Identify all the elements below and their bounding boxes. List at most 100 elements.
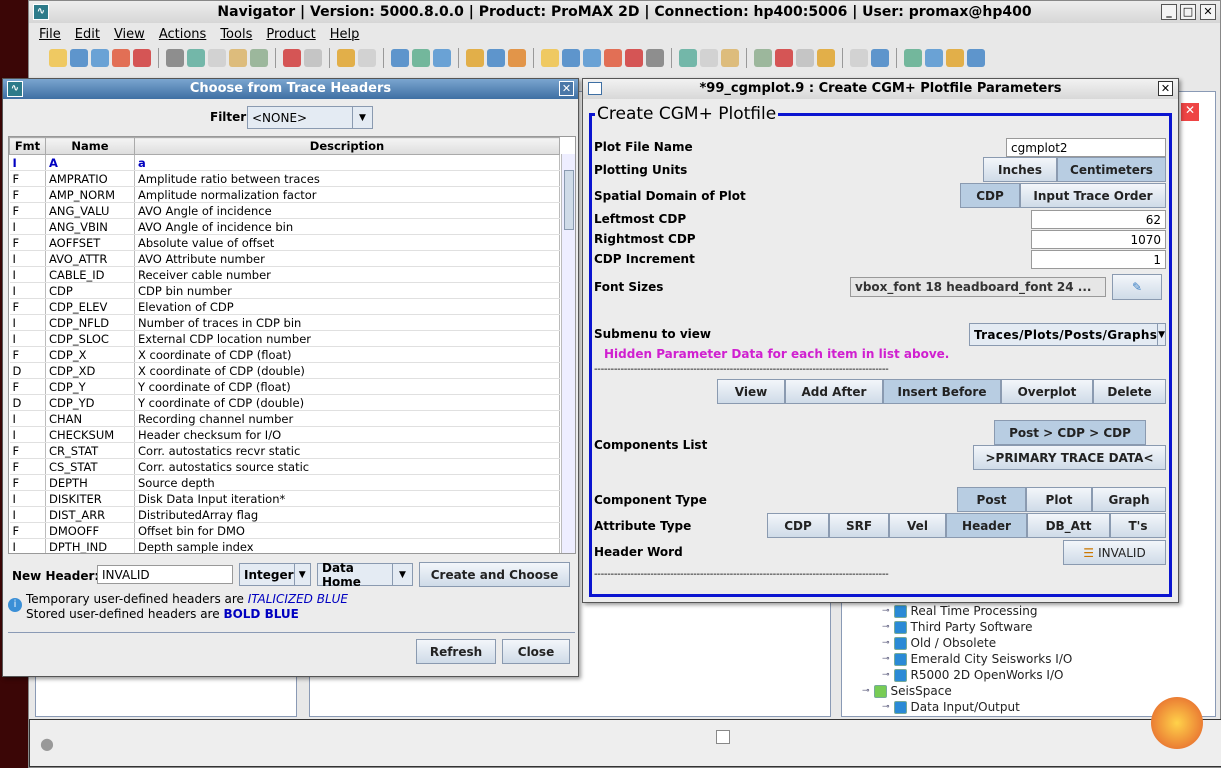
close-red-icon[interactable] [133,49,151,67]
run-box-icon[interactable] [487,49,505,67]
menu-view[interactable]: View [114,27,145,42]
table-row[interactable]: F ANG_VALU AVO Angle of incidence [9,202,560,219]
submenu-select[interactable]: Traces/Plots/Posts/Graphs ▼ [969,323,1166,346]
close-dialog-button[interactable]: ✕ [1158,81,1173,96]
edit-icon[interactable] [904,49,922,67]
copy-icon[interactable] [208,49,226,67]
comment-icon[interactable] [337,49,355,67]
table-row[interactable]: F DMOOFF Offset bin for DMO [9,522,560,539]
action-add-after-button[interactable]: Add After [785,379,883,404]
menu-edit[interactable]: Edit [75,27,100,42]
disabled-icon3[interactable] [817,49,835,67]
close-window-button[interactable]: ✕ [1200,4,1216,20]
domain-cdp-button[interactable]: CDP [960,183,1020,208]
save-icon[interactable] [70,49,88,67]
home-select[interactable]: Data Home ▼ [317,561,413,589]
filter-select[interactable]: <NONE> ▼ [247,106,373,129]
comment-disabled-icon[interactable] [358,49,376,67]
expand-handle-icon[interactable]: ⊸ [882,670,890,680]
link-icon[interactable] [250,49,268,67]
table-scrollbar[interactable] [561,154,575,553]
table-row[interactable]: F CDP_ELEV Elevation of CDP [9,298,560,315]
close-tab-icon[interactable]: ✕ [1181,103,1199,121]
maximize-button[interactable]: □ [1180,4,1196,20]
table-row[interactable]: I CHECKSUM Header checksum for I/O [9,426,560,443]
copy-window-icon[interactable] [91,49,109,67]
tree-item[interactable]: ⊸ Data Input/Output [882,700,1020,714]
flow-icon[interactable] [604,49,622,67]
leftmost-cdp-input[interactable]: 62 [1031,210,1166,229]
component-primary-trace-button[interactable]: >PRIMARY TRACE DATA< [973,445,1166,470]
close-dialog-button[interactable]: ✕ [559,81,574,96]
tree-item[interactable]: ⊸ Real Time Processing [882,604,1038,618]
paste-icon[interactable] [229,49,247,67]
settings-icon[interactable] [946,49,964,67]
header-word-button[interactable]: ☰ INVALID [1063,540,1166,565]
menu-product[interactable]: Product [266,27,315,42]
column-header-fmt[interactable]: Fmt [9,137,46,155]
minimize-button[interactable]: _ [1161,4,1177,20]
table-row[interactable]: F AMPRATIO Amplitude ratio between traces [9,170,560,187]
menu-actions[interactable]: Actions [159,27,207,42]
table-row[interactable]: F AMP_NORM Amplitude normalization factor [9,186,560,203]
cdp-increment-input[interactable]: 1 [1031,250,1166,269]
edit-font-sizes-button[interactable]: ✎ [1112,274,1162,300]
tree-item[interactable]: ⊸ SeisSpace [862,684,952,698]
table-row[interactable]: I CABLE_ID Receiver cable number [9,266,560,283]
cycle-icon[interactable] [508,49,526,67]
globe-icon[interactable] [625,49,643,67]
plot-file-name-input[interactable]: cgmplot2 [1006,138,1166,157]
new-icon[interactable] [49,49,67,67]
table-row[interactable]: I CDP CDP bin number [9,282,560,299]
disabled-icon[interactable] [304,49,322,67]
table-row[interactable]: I CDP_NFLD Number of traces in CDP bin [9,314,560,331]
table-row[interactable]: D CDP_YD Y coordinate of CDP (double) [9,394,560,411]
table-row[interactable]: I DPTH_IND Depth sample index [9,538,560,553]
tree-item[interactable]: ⊸ Emerald City Seisworks I/O [882,652,1072,666]
expand-handle-icon[interactable]: ⊸ [882,638,890,648]
close-button[interactable]: Close [502,639,570,664]
tools-icon[interactable] [721,49,739,67]
table-row[interactable]: F CDP_Y Y coordinate of CDP (float) [9,378,560,395]
check-icon[interactable] [433,49,451,67]
printer-icon[interactable] [646,49,664,67]
tree-item[interactable]: ⊸ R5000 2D OpenWorks I/O [882,668,1063,682]
atype-t-s-button[interactable]: T's [1110,513,1166,538]
grid-icon[interactable] [166,49,184,67]
table-row[interactable]: I ANG_VBIN AVO Angle of incidence bin [9,218,560,235]
rightmost-cdp-input[interactable]: 1070 [1031,230,1166,249]
window-icon[interactable] [775,49,793,67]
table-row[interactable]: I DISKITER Disk Data Input iteration* [9,490,560,507]
table-row[interactable]: I AVO_ATTR AVO Attribute number [9,250,560,267]
refresh-red-icon[interactable] [112,49,130,67]
expand-handle-icon[interactable]: ⊸ [882,622,890,632]
table-icon[interactable] [562,49,580,67]
domain-input-trace-order-button[interactable]: Input Trace Order [1020,183,1166,208]
atype-vel-button[interactable]: Vel [889,513,946,538]
folder-icon[interactable] [850,49,868,67]
table-row[interactable]: F DEPTH Source depth [9,474,560,491]
cut-icon[interactable] [187,49,205,67]
table-row[interactable]: F CR_STAT Corr. autostatics recvr static [9,442,560,459]
menu-help[interactable]: Help [330,27,360,42]
atype-srf-button[interactable]: SRF [829,513,889,538]
grid2-icon[interactable] [967,49,985,67]
chart-icon[interactable] [583,49,601,67]
run-icon[interactable] [466,49,484,67]
ctype-graph-button[interactable]: Graph [1092,487,1166,512]
create-and-choose-button[interactable]: Create and Choose [419,562,570,587]
expand-handle-icon[interactable]: ⊸ [862,686,870,696]
atype-db-att-button[interactable]: DB_Att [1027,513,1110,538]
expand-handle-icon[interactable]: ⊸ [882,702,890,712]
table-row[interactable]: IAa [9,154,560,171]
tree-icon[interactable] [679,49,697,67]
scrollbar-thumb[interactable] [564,170,574,230]
table-row[interactable]: D CDP_XD X coordinate of CDP (double) [9,362,560,379]
table-icon[interactable] [716,730,730,744]
table-row[interactable]: F CDP_X X coordinate of CDP (float) [9,346,560,363]
ctype-post-button[interactable]: Post [957,487,1026,512]
units-inches-button[interactable]: Inches [983,157,1057,182]
stop-icon[interactable] [283,49,301,67]
column-header-description[interactable]: Description [134,137,560,155]
atype-header-button[interactable]: Header [946,513,1027,538]
